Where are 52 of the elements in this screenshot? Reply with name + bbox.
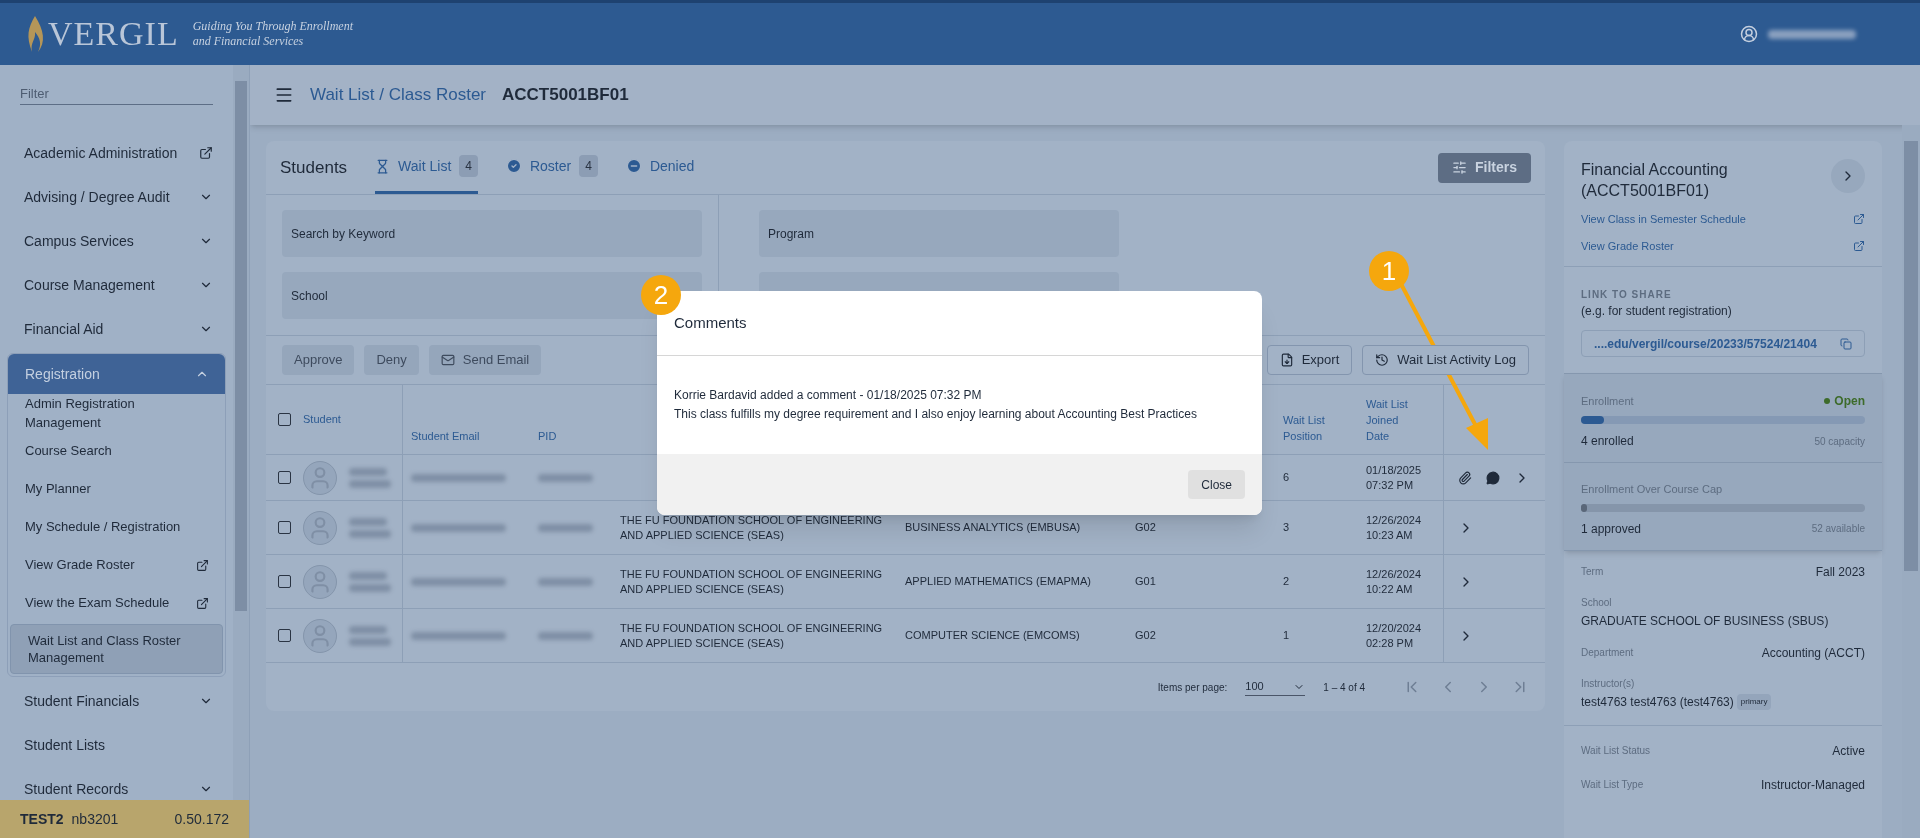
table-cell: 12/26/2024 10:22 AM bbox=[1366, 566, 1422, 597]
detail-value: Accounting (ACCT) bbox=[1761, 644, 1865, 662]
meter-count: 4 enrolled bbox=[1581, 433, 1634, 450]
class-code: ACCT5001BF01 bbox=[502, 84, 629, 107]
meter-capacity: 52 available bbox=[1811, 522, 1865, 536]
course-title: Financial Accounting (ACCT5001BF01) bbox=[1581, 160, 1729, 201]
table-cell-text: G02 bbox=[1135, 628, 1156, 644]
table-cell-text: 6 bbox=[1283, 470, 1290, 486]
version-label: 0.50.172 bbox=[174, 809, 229, 829]
tagline: Guiding You Through Enrollment and Financial Services bbox=[192, 19, 353, 49]
detail-value: Instructor-Managed bbox=[1760, 776, 1865, 794]
environment-label: TEST2 bbox=[20, 809, 64, 829]
meter-label: Enrollment bbox=[1581, 393, 1634, 409]
table-cell-text: G01 bbox=[1135, 574, 1156, 590]
share-note: (e.g. for student registration) bbox=[1581, 303, 1733, 320]
tag: primary bbox=[1736, 693, 1772, 710]
user-id: nb3201 bbox=[71, 809, 119, 829]
items-per-page-label: Items per page: bbox=[1157, 680, 1228, 695]
detail-label: Department bbox=[1581, 646, 1634, 660]
detail-value: GRADUATE SCHOOL OF BUSINESS (SBUS) bbox=[1581, 612, 1829, 630]
detail-label: Wait List Status bbox=[1581, 744, 1651, 758]
page-range: 1 – 4 of 4 bbox=[1323, 680, 1365, 695]
table-cell-text: THE FU FOUNDATION SCHOOL OF ENGINEERING AND APPLIED SCIENCE (SEAS) bbox=[620, 512, 884, 543]
comment-text: This class fulfills my degree requirement and I also enjoy learning about Accounting Best Practices bbox=[674, 406, 1198, 423]
comment-meta: Korrie Bardavid added a comment - 01/18/2025 07:32 PM bbox=[674, 387, 983, 404]
detail-value: Fall 2023 bbox=[1815, 563, 1865, 581]
table-cell-text: THE FU FOUNDATION SCHOOL OF ENGINEERING AND APPLIED SCIENCE (SEAS) bbox=[620, 620, 884, 651]
detail-value: Active bbox=[1832, 742, 1865, 760]
table-cell-text: THE FU FOUNDATION SCHOOL OF ENGINEERING AND APPLIED SCIENCE (SEAS) bbox=[620, 566, 884, 597]
table-cell-text: 2 bbox=[1283, 574, 1290, 590]
card-title: Students bbox=[280, 156, 348, 179]
detail-label: School bbox=[1581, 595, 1613, 610]
table-cell-text: BUSINESS ANALYTICS (EMBUSA) bbox=[905, 520, 1081, 536]
detail-label: Instructor(s) bbox=[1581, 676, 1636, 691]
table-cell-text: 3 bbox=[1283, 520, 1290, 536]
table-cell: 12/26/2024 10:23 AM bbox=[1366, 512, 1422, 543]
count-badge: 4 bbox=[459, 155, 478, 177]
detail-label: Term bbox=[1581, 565, 1604, 579]
meter-capacity: 50 capacity bbox=[1814, 434, 1865, 449]
count-badge: 4 bbox=[579, 155, 598, 177]
table-cell: 12/20/2024 02:28 PM bbox=[1366, 620, 1422, 651]
table-cell-text: 1 bbox=[1283, 628, 1290, 644]
detail-value: test4763 test4763 (test4763) bbox=[1581, 693, 1734, 711]
table-cell: 01/18/2025 07:32 PM bbox=[1366, 462, 1422, 493]
table-cell-text: COMPUTER SCIENCE (EMCOMS) bbox=[905, 628, 1080, 644]
table-cell-text: G02 bbox=[1135, 520, 1156, 536]
table-cell-text: APPLIED MATHEMATICS (EMAPMA) bbox=[905, 574, 1091, 590]
status-label: Open bbox=[1834, 393, 1865, 410]
share-heading: LINK TO SHARE bbox=[1581, 288, 1673, 302]
meter-count: 1 approved bbox=[1581, 520, 1642, 538]
meter-label: Enrollment Over Course Cap bbox=[1581, 482, 1723, 497]
detail-label: Wait List Type bbox=[1581, 778, 1644, 792]
